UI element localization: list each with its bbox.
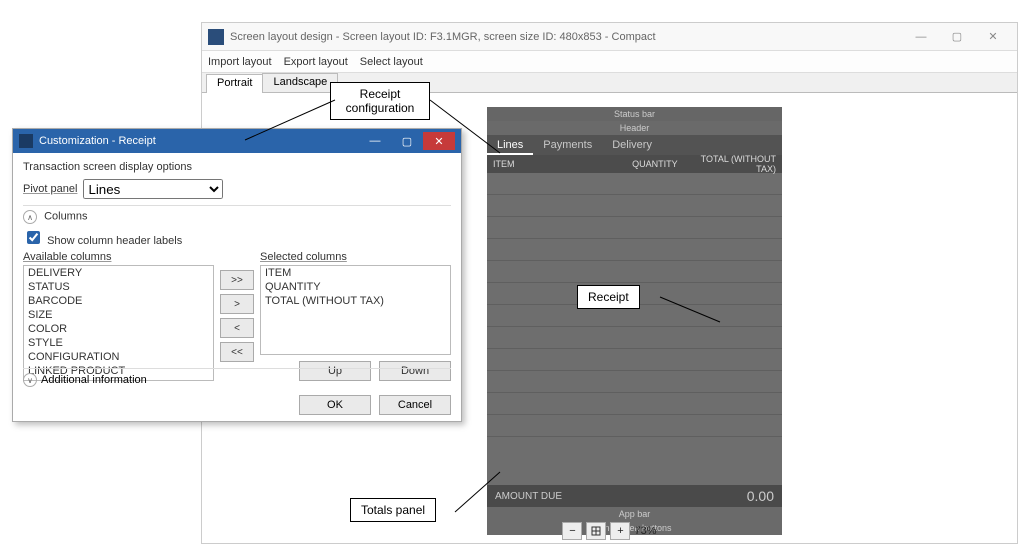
device-column-headers: ITEM QUANTITY TOTAL (WITHOUT TAX) [487, 155, 782, 173]
available-list[interactable]: DELIVERYSTATUSBARCODESIZECOLORSTYLECONFI… [23, 265, 214, 381]
table-row [487, 327, 782, 349]
tab-portrait[interactable]: Portrait [206, 74, 263, 93]
pivot-label: Pivot panel [23, 183, 77, 195]
amount-value: 0.00 [747, 488, 774, 504]
col-qty: QUANTITY [614, 159, 684, 169]
menu-select[interactable]: Select layout [360, 56, 423, 68]
show-header-checkbox[interactable] [27, 231, 40, 244]
device-tab-lines[interactable]: Lines [487, 135, 533, 155]
table-row [487, 393, 782, 415]
list-item[interactable]: STATUS [24, 280, 213, 294]
zoom-fit-button[interactable] [586, 522, 606, 540]
list-item[interactable]: ITEM [261, 266, 450, 280]
table-row [487, 349, 782, 371]
dialog-title: Customization - Receipt [39, 135, 156, 147]
app-icon [208, 29, 224, 45]
customization-dialog: Customization - Receipt — ▢ ✕ Transactio… [12, 128, 462, 422]
table-row [487, 173, 782, 195]
remove-button[interactable]: < [220, 318, 254, 338]
menu-export[interactable]: Export layout [284, 56, 348, 68]
available-label: Available columns [23, 251, 214, 263]
pivot-select[interactable]: Lines [83, 179, 223, 199]
zoom-in-button[interactable]: + [610, 522, 630, 540]
callout-receipt-config: Receipt configuration [330, 82, 430, 120]
maximize-button[interactable]: ▢ [939, 27, 975, 47]
main-titlebar: Screen layout design - Screen layout ID:… [202, 23, 1017, 51]
table-row [487, 195, 782, 217]
device-lines [487, 173, 782, 485]
columns-expander-icon[interactable]: ∧ [23, 210, 37, 224]
tab-landscape[interactable]: Landscape [262, 73, 338, 92]
columns-header: Columns [44, 211, 87, 223]
list-item[interactable]: BARCODE [24, 294, 213, 308]
list-item[interactable]: QUANTITY [261, 280, 450, 294]
divider [23, 205, 451, 206]
dialog-titlebar: Customization - Receipt — ▢ ✕ [13, 129, 461, 153]
list-item[interactable]: SIZE [24, 308, 213, 322]
additional-info-section: ∨ Additional information [23, 368, 451, 387]
table-row [487, 371, 782, 393]
menubar: Import layout Export layout Select layou… [202, 51, 1017, 73]
device-preview[interactable]: Status bar Header Lines Payments Deliver… [487, 107, 782, 535]
callout-totals: Totals panel [350, 498, 436, 522]
minimize-button[interactable]: — [903, 27, 939, 47]
main-title: Screen layout design - Screen layout ID:… [230, 31, 656, 43]
move-buttons: >> > < << [220, 251, 254, 381]
menu-import[interactable]: Import layout [208, 56, 272, 68]
addinfo-label: Additional information [41, 374, 147, 386]
device-statusbar: Status bar [487, 107, 782, 121]
ok-button[interactable]: OK [299, 395, 371, 415]
dialog-minimize-button[interactable]: — [359, 132, 391, 150]
list-item[interactable]: DELIVERY [24, 266, 213, 280]
table-row [487, 239, 782, 261]
cancel-button[interactable]: Cancel [379, 395, 451, 415]
callout-receipt: Receipt [577, 285, 640, 309]
add-all-button[interactable]: >> [220, 270, 254, 290]
device-tabs: Lines Payments Delivery [487, 135, 782, 155]
device-tab-delivery[interactable]: Delivery [602, 135, 662, 155]
selected-label: Selected columns [260, 251, 451, 263]
show-header-label: Show column header labels [47, 235, 182, 247]
remove-all-button[interactable]: << [220, 342, 254, 362]
table-row [487, 261, 782, 283]
selected-list[interactable]: ITEMQUANTITYTOTAL (WITHOUT TAX) [260, 265, 451, 355]
dialog-close-button[interactable]: ✕ [423, 132, 455, 150]
zoom-level: 73% [634, 525, 656, 537]
dialog-subtitle: Transaction screen display options [23, 161, 451, 173]
list-item[interactable]: COLOR [24, 322, 213, 336]
table-row [487, 415, 782, 437]
col-item: ITEM [487, 159, 614, 169]
device-appbar: App bar [487, 507, 782, 521]
tabstrip: Portrait Landscape [202, 73, 1017, 93]
table-row [487, 217, 782, 239]
device-header: Header [487, 121, 782, 135]
zoom-out-button[interactable]: − [562, 522, 582, 540]
device-tab-payments[interactable]: Payments [533, 135, 602, 155]
close-button[interactable]: ✕ [975, 27, 1011, 47]
addinfo-expander-icon[interactable]: ∨ [23, 373, 37, 387]
add-button[interactable]: > [220, 294, 254, 314]
col-total: TOTAL (WITHOUT TAX) [684, 154, 782, 174]
zoom-bar: − + 73% [202, 522, 1017, 540]
list-item[interactable]: TOTAL (WITHOUT TAX) [261, 294, 450, 308]
list-item[interactable]: STYLE [24, 336, 213, 350]
device-amount-row: AMOUNT DUE 0.00 [487, 485, 782, 507]
dialog-maximize-button[interactable]: ▢ [391, 132, 423, 150]
dialog-icon [19, 134, 33, 148]
amount-label: AMOUNT DUE [495, 491, 562, 502]
list-item[interactable]: CONFIGURATION [24, 350, 213, 364]
